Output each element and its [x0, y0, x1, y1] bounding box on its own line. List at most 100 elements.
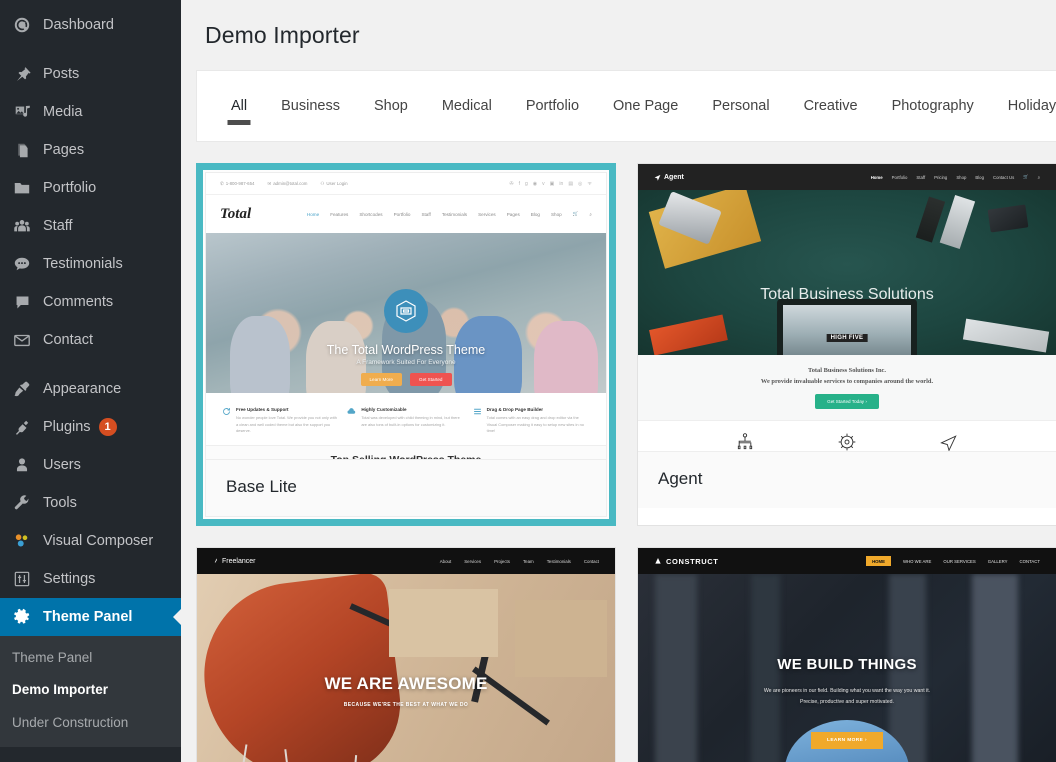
construct-hero-text: We are pioneers in our field. Building w…	[638, 686, 1056, 709]
folder-icon	[11, 178, 33, 198]
nav-link-portfolio[interactable]: Portfolio	[892, 175, 908, 180]
nav-link-who-we-are[interactable]: WHO WE ARE	[903, 559, 931, 564]
feature-text: Total comes with an easy drag and drop e…	[487, 415, 590, 435]
sidebar-item-dashboard[interactable]: Dashboard	[0, 6, 181, 44]
sidebar-item-contact[interactable]: Contact	[0, 321, 181, 359]
sidebar-item-tools[interactable]: Tools	[0, 484, 181, 522]
total-logo-badge	[384, 289, 428, 333]
nav-link-services[interactable]: Services	[464, 559, 481, 564]
sidebar-item-label: Settings	[43, 572, 95, 587]
tab-photography[interactable]: Photography	[875, 70, 991, 142]
login-icon: ⚇ User Login	[320, 181, 347, 187]
get-started-today-button[interactable]: Get Started Today ›	[815, 394, 879, 409]
sidebar-item-plugins[interactable]: Plugins 1	[0, 408, 181, 446]
nav-link-our-services[interactable]: OUR SERVICES	[943, 559, 975, 564]
cloud-icon	[347, 407, 356, 416]
feature-title: Drag & Drop Page Builder	[487, 407, 590, 412]
submenu-item-under-construction[interactable]: Under Construction	[0, 707, 181, 739]
nav-link-gallery[interactable]: GALLERY	[988, 559, 1008, 564]
freelancer-logo-text: Freelancer	[222, 558, 255, 565]
refresh-icon	[222, 407, 231, 416]
tab-medical[interactable]: Medical	[425, 70, 509, 142]
paper-plane-icon	[939, 432, 959, 452]
cart-icon[interactable]: 🛒	[573, 211, 579, 217]
sidebar-item-theme-panel[interactable]: Theme Panel	[0, 598, 181, 636]
tab-all[interactable]: All	[214, 70, 264, 142]
tab-portfolio[interactable]: Portfolio	[509, 70, 596, 142]
sidebar-item-label: Tools	[43, 496, 77, 511]
tab-creative[interactable]: Creative	[787, 70, 875, 142]
dribbble-icon: ◎	[578, 181, 582, 187]
nav-link-shop[interactable]: Shop	[551, 212, 562, 217]
nav-link-contact-us[interactable]: Contact Us	[993, 175, 1014, 180]
nav-link-blog[interactable]: Blog	[531, 212, 540, 217]
submenu-item-demo-importer[interactable]: Demo Importer	[0, 674, 181, 706]
nav-link-shortcodes[interactable]: Shortcodes	[359, 212, 382, 217]
nav-link-home[interactable]: Home	[307, 212, 319, 217]
submenu-item-theme-panel[interactable]: Theme Panel	[0, 642, 181, 674]
sidebar-item-portfolio[interactable]: Portfolio	[0, 169, 181, 207]
nav-link-pages[interactable]: Pages	[507, 212, 520, 217]
nav-link-contact[interactable]: CONTACT	[1020, 559, 1040, 564]
construct-logo: CONSTRUCT	[654, 557, 718, 566]
feature-free-updates: Free Updates & Support No wonder people …	[222, 407, 339, 435]
sidebar-item-label: Pages	[43, 143, 84, 158]
tab-holiday[interactable]: Holiday	[991, 70, 1056, 142]
page-title: Demo Importer	[181, 0, 1056, 49]
learn-more-button[interactable]: Learn More	[361, 373, 403, 386]
sidebar-item-media[interactable]: Media	[0, 93, 181, 131]
sidebar-item-label: Comments	[43, 295, 113, 310]
plug-icon	[11, 417, 33, 437]
nav-link-projects[interactable]: Projects	[494, 559, 510, 564]
nav-link-contact[interactable]: Contact	[584, 559, 599, 564]
tab-personal[interactable]: Personal	[695, 70, 786, 142]
nav-link-home[interactable]: Home	[871, 175, 883, 180]
sidebar-item-comments[interactable]: Comments	[0, 283, 181, 321]
nav-link-about[interactable]: About	[440, 559, 451, 564]
demo-card-agent[interactable]: Agent Home Portfolio Staff Pricing Shop …	[637, 163, 1056, 526]
agent-intro-line1: Total Business Solutions Inc.	[638, 367, 1056, 374]
sidebar-item-testimonials[interactable]: Testimonials	[0, 245, 181, 283]
sidebar-item-pages[interactable]: Pages	[0, 131, 181, 169]
sidebar-item-visual-composer[interactable]: Visual Composer	[0, 522, 181, 560]
nav-link-testimonials[interactable]: Testimonials	[547, 559, 571, 564]
construct-hero-line2: Precise, productive and super motivated.	[638, 697, 1056, 708]
feature-title: Free Updates & Support	[236, 407, 339, 412]
search-icon[interactable]: ⌕	[1038, 175, 1040, 180]
nav-link-blog[interactable]: Blog	[975, 175, 984, 180]
tab-one-page[interactable]: One Page	[596, 70, 695, 142]
nav-link-staff[interactable]: Staff	[916, 175, 925, 180]
nav-link-portfolio[interactable]: Portfolio	[394, 212, 411, 217]
learn-more-button[interactable]: LEARN MORE ›	[811, 732, 883, 749]
demo-card-base-lite[interactable]: ✆ 1-800-987-654 ✉ admin@total.com ⚇ User…	[196, 163, 616, 526]
category-tabbar: All Business Shop Medical Portfolio One …	[196, 70, 1056, 142]
nav-link-staff[interactable]: Staff	[421, 212, 430, 217]
visual-composer-icon	[11, 531, 33, 551]
nav-link-home[interactable]: HOME	[866, 556, 891, 566]
brush-icon	[11, 379, 33, 399]
demo-card-construct[interactable]: CONSTRUCT HOME WHO WE ARE OUR SERVICES G…	[637, 547, 1056, 762]
nav-link-testimonials[interactable]: Testimonials	[442, 212, 467, 217]
get-started-button[interactable]: Get Started	[410, 373, 452, 386]
freelancer-hero: WE ARE AWESOME BECAUSE WE'RE THE BEST AT…	[197, 574, 615, 762]
tab-shop[interactable]: Shop	[357, 70, 425, 142]
demo-card-freelancer[interactable]: Freelancer About Services Projects Team …	[196, 547, 616, 762]
mini-site-construct: CONSTRUCT HOME WHO WE ARE OUR SERVICES G…	[638, 548, 1056, 762]
nav-link-team[interactable]: Team	[523, 559, 534, 564]
email-icon: ✉ admin@total.com	[268, 181, 308, 187]
sidebar-item-staff[interactable]: Staff	[0, 207, 181, 245]
nav-link-shop[interactable]: Shop	[956, 175, 966, 180]
nav-link-pricing[interactable]: Pricing	[934, 175, 947, 180]
total-hero: The Total WordPress Theme A Framework Su…	[206, 233, 606, 393]
orange-chair	[197, 574, 409, 762]
sidebar-item-appearance[interactable]: Appearance	[0, 370, 181, 408]
nav-link-services[interactable]: Services	[478, 212, 496, 217]
search-icon[interactable]: ⌕	[589, 212, 592, 217]
sidebar-item-posts[interactable]: Posts	[0, 55, 181, 93]
ship-wheel-icon	[837, 432, 857, 452]
tab-business[interactable]: Business	[264, 70, 357, 142]
cart-icon[interactable]: 🛒	[1023, 174, 1028, 180]
sidebar-item-users[interactable]: Users	[0, 446, 181, 484]
nav-link-features[interactable]: Features	[330, 212, 348, 217]
sidebar-item-settings[interactable]: Settings	[0, 560, 181, 598]
